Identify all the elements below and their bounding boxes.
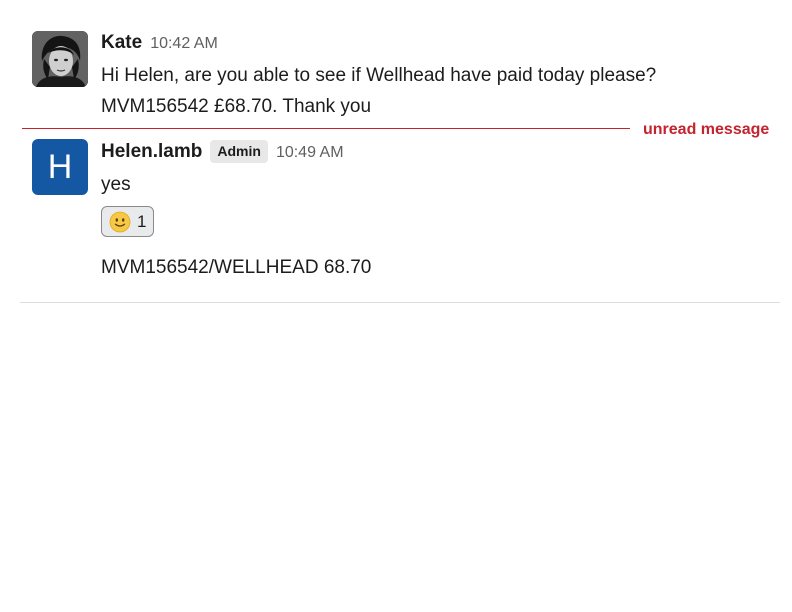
message-header-helen: Helen.lamb Admin 10:49 AM bbox=[101, 140, 344, 164]
admin-badge: Admin bbox=[210, 140, 268, 163]
unread-divider-line bbox=[22, 128, 630, 129]
message-followup-text: MVM156542/WELLHEAD 68.70 bbox=[101, 257, 372, 278]
unread-divider-label: unread message bbox=[643, 121, 770, 138]
avatar-helen[interactable]: H bbox=[32, 139, 88, 195]
avatar-initial: H bbox=[47, 147, 73, 186]
reaction-count: 1 bbox=[137, 211, 147, 231]
reaction-pill[interactable]: 1 bbox=[101, 206, 154, 237]
author-name[interactable]: Helen.lamb bbox=[101, 141, 202, 163]
chat-message-pane: Kate 10:42 AM Hi Helen, are you able to … bbox=[0, 0, 792, 612]
avatar-kate[interactable] bbox=[32, 31, 88, 87]
message-text: yes bbox=[101, 174, 131, 195]
slightly-smiling-face-icon bbox=[109, 211, 131, 232]
author-name[interactable]: Kate bbox=[101, 32, 142, 54]
message-timestamp[interactable]: 10:49 AM bbox=[276, 144, 344, 162]
message-text-line-2: MVM156542 £68.70. Thank you bbox=[101, 96, 372, 117]
person-photo-icon bbox=[32, 31, 88, 87]
message-timestamp[interactable]: 10:42 AM bbox=[150, 35, 218, 53]
message-text-line-1: Hi Helen, are you able to see if Wellhea… bbox=[101, 65, 657, 86]
message-list-divider bbox=[20, 302, 780, 303]
message-header-kate: Kate 10:42 AM bbox=[101, 32, 218, 54]
